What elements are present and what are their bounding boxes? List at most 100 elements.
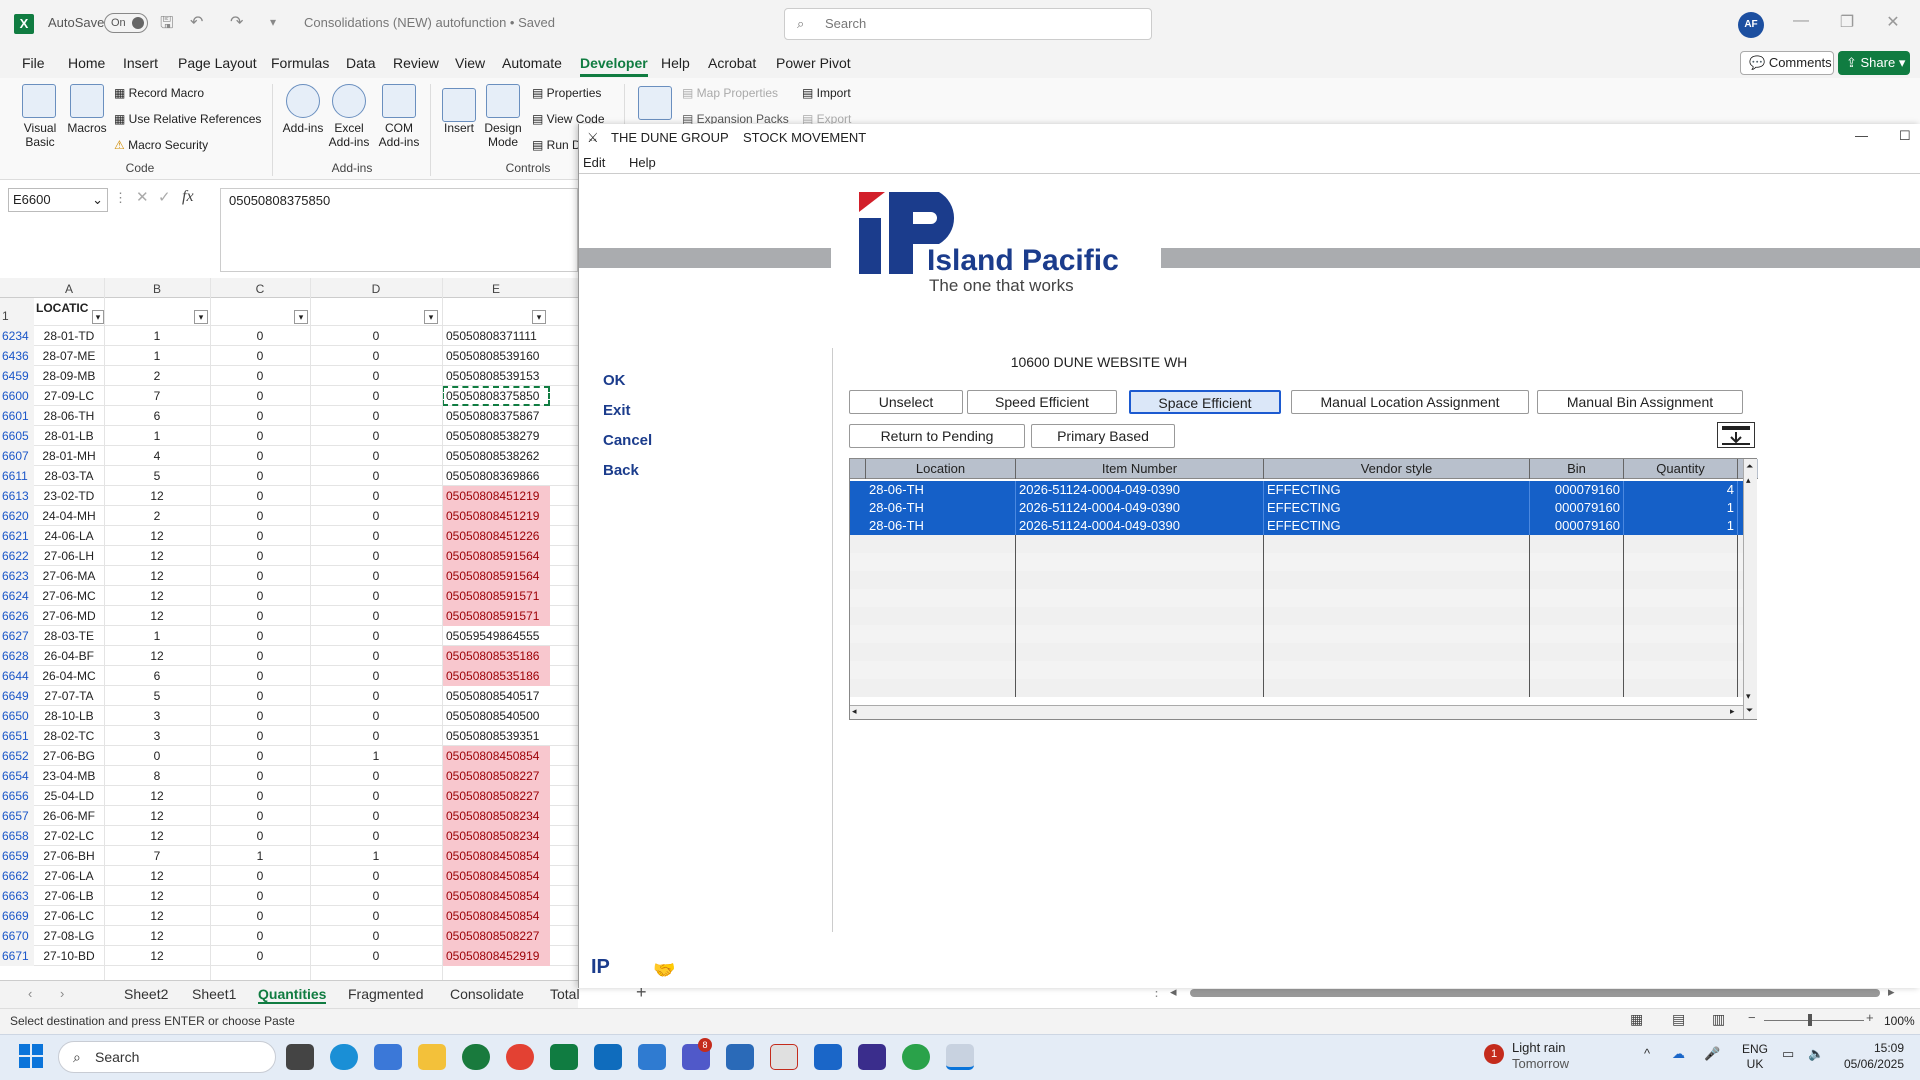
formula-input[interactable]: 05050808375850 bbox=[220, 188, 578, 272]
cell-c[interactable]: 0 bbox=[210, 486, 310, 506]
cell-c[interactable]: 0 bbox=[210, 446, 310, 466]
cell-location[interactable]: 28-07-ME bbox=[34, 346, 104, 366]
cell-location[interactable]: 27-06-MD bbox=[34, 606, 104, 626]
cell-location[interactable]: 28-09-MB bbox=[34, 366, 104, 386]
cell-location[interactable]: 28-01-LB bbox=[34, 426, 104, 446]
cell-e[interactable]: 05050808451226 bbox=[442, 526, 550, 546]
tab-home[interactable]: Home bbox=[68, 55, 105, 71]
column-header-c[interactable]: C bbox=[210, 282, 310, 296]
row-number[interactable]: 6436 bbox=[0, 346, 34, 366]
excel-taskbar-icon[interactable] bbox=[550, 1044, 578, 1070]
grid-cell-item[interactable] bbox=[1016, 679, 1264, 697]
cell-c[interactable]: 0 bbox=[210, 366, 310, 386]
cell-b[interactable]: 12 bbox=[104, 586, 210, 606]
menu-edit[interactable]: Edit bbox=[583, 155, 605, 170]
grid-header-bin[interactable]: Bin bbox=[1530, 459, 1624, 479]
cell-d[interactable]: 0 bbox=[310, 526, 442, 546]
scroll-down-icon[interactable]: ▾ bbox=[1746, 691, 1751, 702]
cell-c[interactable]: 0 bbox=[210, 546, 310, 566]
cell-e[interactable]: 05050808538262 bbox=[442, 446, 550, 466]
exit-action[interactable]: Exit bbox=[603, 402, 631, 419]
grid-cell-bin[interactable] bbox=[1530, 589, 1624, 607]
row-number[interactable]: 6611 bbox=[0, 466, 34, 486]
cell-b[interactable]: 1 bbox=[104, 426, 210, 446]
cell-b[interactable]: 12 bbox=[104, 826, 210, 846]
cell-c[interactable]: 1 bbox=[210, 846, 310, 866]
insert-function-icon[interactable]: fx bbox=[182, 188, 194, 206]
cell-e[interactable]: 05050808539351 bbox=[442, 726, 550, 746]
tab-file[interactable]: File bbox=[22, 55, 45, 71]
cell-b[interactable]: 3 bbox=[104, 726, 210, 746]
cell-d[interactable]: 0 bbox=[310, 566, 442, 586]
grid-cell-item[interactable] bbox=[1016, 589, 1264, 607]
cell-e[interactable]: 05050808508227 bbox=[442, 786, 550, 806]
cell-location[interactable]: 28-03-TE bbox=[34, 626, 104, 646]
cell-e[interactable]: 05050808371111 bbox=[442, 326, 550, 346]
map-properties-button[interactable]: ▤ Map Properties bbox=[682, 86, 778, 100]
scroll-thumb[interactable] bbox=[1190, 989, 1880, 997]
grid-cell-qty[interactable] bbox=[1624, 553, 1738, 571]
microphone-icon[interactable]: 🎤 bbox=[1704, 1046, 1720, 1062]
cell-c[interactable]: 0 bbox=[210, 506, 310, 526]
handshake-icon[interactable]: 🤝 bbox=[653, 960, 675, 981]
cell-c[interactable]: 0 bbox=[210, 666, 310, 686]
cell-e[interactable]: 05050808508227 bbox=[442, 766, 550, 786]
return-to-pending-button[interactable]: Return to Pending bbox=[849, 424, 1025, 448]
unselect-button[interactable]: Unselect bbox=[849, 390, 963, 414]
row-number[interactable]: 6459 bbox=[0, 366, 34, 386]
cell-c[interactable]: 0 bbox=[210, 906, 310, 926]
cell-b[interactable]: 12 bbox=[104, 926, 210, 946]
cell-d[interactable]: 0 bbox=[310, 766, 442, 786]
row-number[interactable]: 6622 bbox=[0, 546, 34, 566]
cell-b[interactable]: 12 bbox=[104, 866, 210, 886]
cell-e[interactable]: 05050808450854 bbox=[442, 746, 550, 766]
cell-location[interactable]: 28-01-MH bbox=[34, 446, 104, 466]
grid-cell-vendor[interactable] bbox=[1264, 679, 1530, 697]
cell-d[interactable]: 0 bbox=[310, 686, 442, 706]
primary-based-button[interactable]: Primary Based bbox=[1031, 424, 1175, 448]
edge-icon[interactable] bbox=[330, 1044, 358, 1070]
cell-b[interactable]: 5 bbox=[104, 686, 210, 706]
task-view-icon[interactable] bbox=[286, 1044, 314, 1070]
cell-e[interactable]: 05050808452919 bbox=[442, 946, 550, 966]
grid-cell-qty[interactable] bbox=[1624, 607, 1738, 625]
grid-row[interactable] bbox=[850, 661, 1743, 679]
cell-c[interactable]: 0 bbox=[210, 646, 310, 666]
zoom-slider[interactable] bbox=[1764, 1020, 1864, 1021]
cell-d[interactable]: 0 bbox=[310, 506, 442, 526]
cell-e[interactable]: 05050808369866 bbox=[442, 466, 550, 486]
cell-location[interactable]: 25-04-LD bbox=[34, 786, 104, 806]
cell-c[interactable]: 0 bbox=[210, 346, 310, 366]
cell-c[interactable]: 0 bbox=[210, 526, 310, 546]
grid-cell-bin[interactable] bbox=[1530, 643, 1624, 661]
grid-cell-qty[interactable]: 4 bbox=[1624, 481, 1738, 499]
cell-d[interactable]: 1 bbox=[310, 746, 442, 766]
tab-power-pivot[interactable]: Power Pivot bbox=[776, 55, 851, 71]
row-number[interactable]: 6621 bbox=[0, 526, 34, 546]
cell-location[interactable]: 28-10-LB bbox=[34, 706, 104, 726]
grid-header-vendor-style[interactable]: Vendor style bbox=[1264, 459, 1530, 479]
cell-location[interactable]: 27-06-LB bbox=[34, 886, 104, 906]
search-green-icon[interactable] bbox=[902, 1044, 930, 1070]
scroll-left-icon[interactable]: ◂ bbox=[852, 706, 857, 717]
cell-d[interactable]: 0 bbox=[310, 826, 442, 846]
cell-e[interactable]: 05050808451219 bbox=[442, 506, 550, 526]
manual-location-assignment-button[interactable]: Manual Location Assignment bbox=[1291, 390, 1529, 414]
row-number[interactable]: 6649 bbox=[0, 686, 34, 706]
cell-location[interactable]: 28-03-TA bbox=[34, 466, 104, 486]
grid-cell-bin[interactable] bbox=[1530, 535, 1624, 553]
grid-cell-loc[interactable]: 28-06-TH bbox=[866, 517, 1016, 535]
page-break-view-icon[interactable]: ▥ bbox=[1712, 1011, 1725, 1028]
weather-widget[interactable]: Light rain Tomorrow bbox=[1512, 1040, 1569, 1072]
import-button[interactable]: ▤ Import bbox=[802, 86, 851, 100]
row-number[interactable]: 6663 bbox=[0, 886, 34, 906]
cell-d[interactable]: 0 bbox=[310, 926, 442, 946]
row-number[interactable]: 6627 bbox=[0, 626, 34, 646]
sheet-tab-quantities[interactable]: Quantities bbox=[258, 986, 327, 1004]
grid-cell-loc[interactable] bbox=[866, 643, 1016, 661]
row-number[interactable]: 6670 bbox=[0, 926, 34, 946]
dialog-maximize-icon[interactable]: ☐ bbox=[1899, 128, 1911, 144]
grid-cell-item[interactable] bbox=[1016, 661, 1264, 679]
run-dialog-button[interactable]: ▤ Run D bbox=[532, 138, 581, 152]
cell-b[interactable]: 12 bbox=[104, 606, 210, 626]
